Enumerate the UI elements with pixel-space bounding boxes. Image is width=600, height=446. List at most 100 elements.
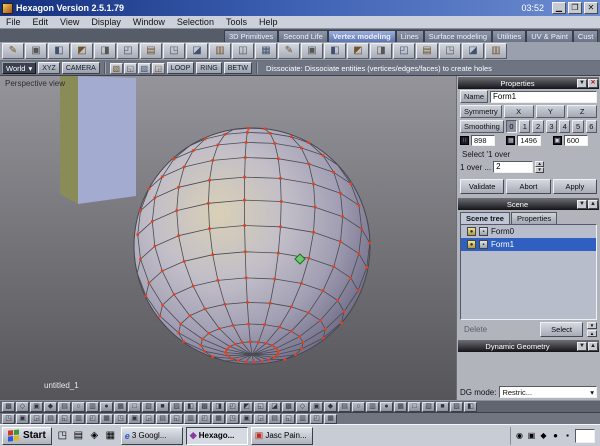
menu-edit[interactable]: Edit (27, 17, 55, 27)
tab-scene-tree[interactable]: Scene tree (460, 212, 510, 224)
tool-icon[interactable]: ▣ (30, 401, 43, 412)
menu-help[interactable]: Help (253, 17, 284, 27)
tool-icon[interactable]: ▣ (16, 413, 29, 424)
menu-view[interactable]: View (54, 17, 85, 27)
name-field[interactable]: Form1 (490, 90, 597, 103)
tool-icon[interactable]: ◨ (370, 43, 392, 59)
tool-icon[interactable]: ◉ (514, 431, 525, 440)
tool-icon[interactable]: ◧ (184, 401, 197, 412)
ring-button[interactable]: RING (196, 62, 222, 74)
dg-mode-dropdown[interactable]: Restric... ▾ (499, 386, 597, 398)
tool-icon[interactable]: ▥ (86, 401, 99, 412)
tool-icon[interactable]: ◱ (254, 401, 267, 412)
viewport-canvas[interactable] (0, 76, 456, 400)
tool-icon[interactable]: ◰ (310, 413, 323, 424)
apply-button[interactable]: Apply (552, 179, 597, 194)
tool-icon[interactable]: ▤ (44, 413, 57, 424)
collapse-icon[interactable]: ▼ (577, 78, 587, 88)
tool-icon[interactable]: ◲ (151, 62, 165, 74)
tool-icon[interactable]: ▤ (58, 401, 71, 412)
tool-icon[interactable]: ◈ (87, 428, 102, 443)
smoothing-level-6[interactable]: 6 (585, 120, 598, 133)
tab-3d-primitives[interactable]: 3D Primitives (224, 30, 279, 42)
symmetry-x-button[interactable]: X (503, 105, 534, 118)
xyz-axis-button[interactable]: XYZ (38, 62, 60, 74)
tool-icon[interactable]: ◆ (44, 401, 57, 412)
loop-button[interactable]: LOOP (166, 62, 195, 74)
tool-icon[interactable]: ○ (72, 401, 85, 412)
menu-selection[interactable]: Selection (171, 17, 220, 27)
menu-tools[interactable]: Tools (220, 17, 253, 27)
tool-icon[interactable]: ◰ (226, 401, 239, 412)
scroll-up-icon[interactable]: ▲ (587, 330, 597, 337)
menu-window[interactable]: Window (127, 17, 171, 27)
validate-button[interactable]: Validate (460, 179, 505, 194)
tool-icon[interactable]: ◇ (16, 401, 29, 412)
tool-icon[interactable]: ◲ (254, 413, 267, 424)
tray-indicator[interactable] (575, 428, 595, 443)
tool-icon[interactable]: ▥ (209, 43, 231, 59)
tool-icon[interactable]: ▥ (72, 413, 85, 424)
expand-icon[interactable]: ▲ (588, 341, 598, 351)
tool-icon[interactable]: ▦ (103, 428, 118, 443)
visibility-icon[interactable]: ● (467, 227, 476, 236)
task-hexagon[interactable]: ◆ Hexago... (185, 426, 248, 445)
tool-icon[interactable]: ○ (352, 401, 365, 412)
tool-icon[interactable]: ▥ (184, 413, 197, 424)
scene-item-form1[interactable]: ● ▪ Form1 (461, 238, 596, 251)
tool-icon[interactable]: ◆ (538, 431, 549, 440)
tool-icon[interactable]: ▥ (296, 413, 309, 424)
tool-icon[interactable]: ◳ (2, 413, 15, 424)
tab-lines[interactable]: Lines (395, 30, 424, 42)
scene-tree[interactable]: ● ▪ Form0 ● ▪ Form1 (460, 224, 597, 320)
symmetry-y-button[interactable]: Y (535, 105, 566, 118)
camera-button[interactable]: CAMERA (61, 62, 100, 74)
tab-surface-modeling[interactable]: Surface modeling (423, 30, 493, 42)
tool-icon[interactable]: ◰ (198, 413, 211, 424)
tab-scene-properties[interactable]: Properties (510, 212, 558, 224)
smoothing-level-0[interactable]: 0 (505, 120, 518, 133)
tool-icon[interactable]: ◱ (123, 62, 137, 74)
tool-icon[interactable]: ✎ (2, 43, 24, 59)
tab-uv-paint[interactable]: UV & Paint (526, 30, 573, 42)
tool-icon[interactable]: ◆ (324, 401, 337, 412)
close-button[interactable]: ✕ (584, 2, 598, 14)
smoothing-level-1[interactable]: 1 (519, 120, 531, 133)
tool-icon[interactable]: ▣ (25, 43, 47, 59)
tool-icon[interactable]: ▪ (562, 431, 573, 440)
task-jasc-paint[interactable]: ▣ Jasc Pain... (250, 426, 313, 445)
menu-display[interactable]: Display (85, 17, 127, 27)
world-dropdown[interactable]: World ▾ (2, 62, 37, 74)
tab-second-life[interactable]: Second Life (278, 30, 328, 42)
tool-icon[interactable]: ◧ (324, 43, 346, 59)
tool-icon[interactable]: ▩ (198, 401, 211, 412)
tool-icon[interactable]: ▧ (142, 401, 155, 412)
tool-icon[interactable]: ● (100, 401, 113, 412)
tool-icon[interactable]: ◳ (439, 43, 461, 59)
tool-icon[interactable]: ✎ (278, 43, 300, 59)
tool-icon[interactable]: ▦ (324, 413, 337, 424)
tool-icon[interactable]: ■ (156, 401, 169, 412)
tool-icon[interactable]: ▦ (255, 43, 277, 59)
tool-icon[interactable]: ● (380, 401, 393, 412)
tool-icon[interactable]: ▥ (485, 43, 507, 59)
tool-icon[interactable]: ◳ (55, 428, 70, 443)
perspective-viewport[interactable]: Perspective view untitled_1 (0, 76, 456, 400)
tool-icon[interactable]: □ (128, 401, 141, 412)
tool-icon[interactable]: ▥ (366, 401, 379, 412)
tool-icon[interactable]: ◱ (58, 413, 71, 424)
start-button[interactable]: Start (2, 426, 52, 445)
tool-icon[interactable]: ▤ (338, 401, 351, 412)
collapse-icon[interactable]: ▼ (577, 341, 587, 351)
tool-icon[interactable]: ▩ (282, 401, 295, 412)
scene-item-form0[interactable]: ● ▪ Form0 (461, 225, 596, 238)
tool-icon[interactable]: ▩ (2, 401, 15, 412)
tool-icon[interactable]: ◱ (282, 413, 295, 424)
smoothing-level-3[interactable]: 3 (545, 120, 558, 133)
tool-icon[interactable]: ▦ (394, 401, 407, 412)
close-panel-icon[interactable]: ✕ (588, 78, 598, 88)
scene-item-label[interactable]: Form0 (491, 227, 514, 236)
menu-file[interactable]: File (0, 17, 27, 27)
tool-icon[interactable]: ▦ (212, 413, 225, 424)
select-button[interactable]: Select (540, 322, 583, 337)
